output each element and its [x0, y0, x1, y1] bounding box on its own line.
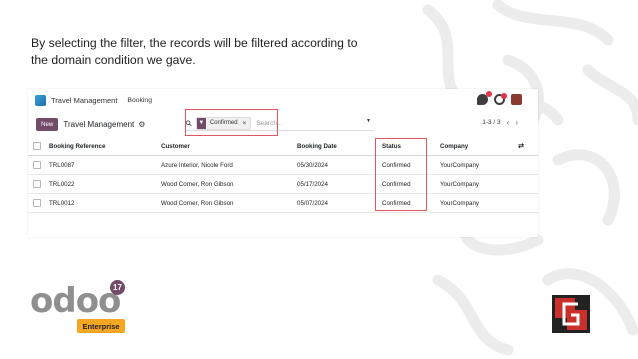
status-highlight-box [375, 138, 427, 211]
booking-date: 05/17/2024 [297, 180, 328, 188]
select-all-checkbox[interactable] [33, 142, 41, 150]
chat-icon[interactable] [477, 91, 492, 105]
booking-reference: TRL0022 [49, 180, 75, 188]
booking-date: 05/30/2024 [297, 161, 328, 169]
search-highlight-box [185, 109, 278, 136]
company: YourCompany [440, 161, 479, 169]
col-header-booking-date[interactable]: Booking Date [297, 143, 337, 150]
odoo-logo: odoo 17 [30, 280, 125, 321]
customer: Wood Corner, Ron Gibson [161, 199, 234, 207]
enterprise-badge: Enterprise [77, 319, 125, 333]
row-checkbox[interactable] [33, 180, 41, 188]
booking-date: 05/07/2024 [297, 199, 328, 207]
table-header: Booking Reference Customer Booking Date … [28, 137, 538, 156]
app-title[interactable]: Travel Management [51, 96, 117, 105]
customer: Wood Corner, Ron Gibson [161, 180, 234, 188]
search-dropdown-toggle-icon[interactable]: ▼ [366, 118, 371, 124]
control-panel: New Travel Management ⚙ ⚲ ▼ Confirmed × … [28, 111, 538, 137]
company-brand-logo [552, 295, 590, 333]
menu-item-booking[interactable]: Booking [127, 97, 152, 104]
gear-icon[interactable]: ⚙ [138, 120, 145, 129]
version-badge: 17 [110, 280, 125, 295]
app-icon[interactable] [35, 94, 46, 106]
pager-previous-icon[interactable]: ‹ [507, 119, 510, 127]
company: YourCompany [440, 199, 479, 207]
caption-line-2: the domain condition we gave. [31, 53, 196, 67]
activity-clock-icon[interactable] [494, 93, 507, 105]
pager-value[interactable]: 1-3 / 3 [482, 119, 500, 126]
pager-next-icon[interactable]: › [515, 119, 518, 127]
booking-reference: TRL0087 [49, 161, 75, 169]
chat-badge [486, 91, 492, 97]
col-header-booking-reference[interactable]: Booking Reference [49, 143, 105, 150]
caption-line-1: By selecting the filter, the records wil… [31, 36, 358, 50]
customer: Azure Interior, Nicole Ford [161, 161, 233, 169]
row-checkbox[interactable] [33, 161, 41, 169]
table-row[interactable]: TRL0022 Wood Corner, Ron Gibson 05/17/20… [28, 175, 538, 194]
pager: 1-3 / 3 ‹ › [482, 119, 518, 127]
bookings-table: Booking Reference Customer Booking Date … [28, 137, 538, 213]
odoo-wordmark: odoo [30, 281, 121, 321]
row-checkbox[interactable] [33, 199, 41, 207]
navbar-systray [477, 91, 522, 105]
col-header-customer[interactable]: Customer [161, 143, 190, 150]
col-header-company[interactable]: Company [440, 143, 468, 150]
company: YourCompany [440, 180, 479, 188]
screenshot-panel: Travel Management Booking New Travel Man… [28, 89, 538, 237]
optional-columns-icon[interactable]: ⇄ [518, 142, 524, 150]
user-avatar[interactable] [511, 94, 522, 105]
booking-reference: TRL0012 [49, 199, 75, 207]
table-row[interactable]: TRL0012 Wood Corner, Ron Gibson 05/07/20… [28, 194, 538, 213]
new-button[interactable]: New [36, 117, 59, 131]
caption: By selecting the filter, the records wil… [31, 35, 411, 69]
table-row[interactable]: TRL0087 Azure Interior, Nicole Ford 05/3… [28, 156, 538, 175]
top-navbar: Travel Management Booking [28, 89, 538, 111]
activity-badge [501, 93, 507, 99]
page-title[interactable]: Travel Management [63, 120, 134, 129]
